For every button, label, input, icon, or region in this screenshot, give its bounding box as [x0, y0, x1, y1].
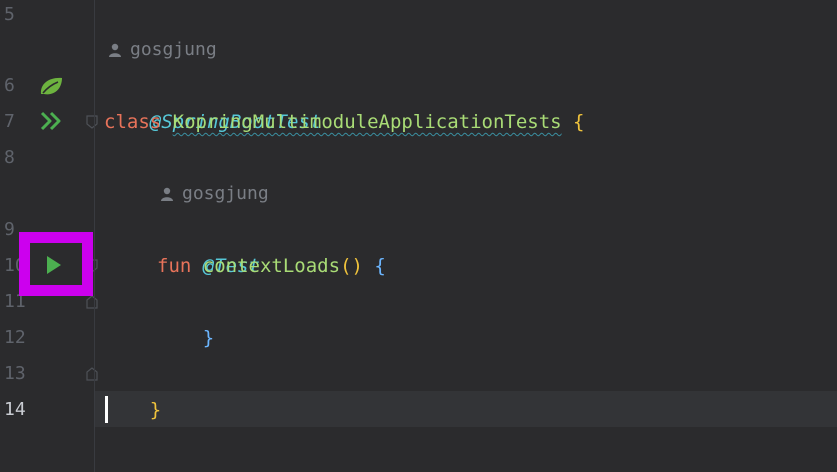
- fold-end-marker-icon[interactable]: [86, 367, 98, 381]
- code-line[interactable]: fun contextLoads() {: [157, 248, 386, 284]
- author-inlay-hint[interactable]: gosgjung: [160, 176, 269, 212]
- line-number: 7: [4, 111, 15, 132]
- line-number: 8: [4, 147, 15, 168]
- current-line-highlight: [95, 391, 837, 427]
- brace: {: [573, 111, 585, 133]
- line-number: 13: [4, 363, 26, 384]
- class-name: KopringMultimoduleApplicationTests: [172, 111, 562, 133]
- function-name: contextLoads: [202, 255, 341, 277]
- line-number: 12: [4, 327, 26, 348]
- code-line[interactable]: }: [104, 356, 161, 421]
- user-icon: [109, 43, 121, 57]
- code-line[interactable]: class KopringMultimoduleApplicationTests…: [104, 104, 585, 140]
- author-name: gosgjung: [130, 39, 217, 60]
- brace: }: [149, 399, 162, 421]
- code-line[interactable]: @Test: [157, 212, 260, 277]
- parentheses: (): [340, 255, 363, 277]
- fold-end-marker-icon[interactable]: [86, 295, 98, 309]
- user-icon: [161, 187, 173, 201]
- code-line[interactable]: @SpringBootTest: [104, 68, 322, 133]
- fold-marker-icon[interactable]: [86, 115, 98, 129]
- brace: {: [374, 255, 386, 277]
- line-number-current: 14: [4, 399, 26, 420]
- brace: }: [202, 327, 215, 349]
- code-editor[interactable]: 5 6 7 8 9 10 11 12 13 14 gosgjung @Sprin…: [0, 0, 837, 472]
- highlight-box: [19, 232, 93, 296]
- keyword: fun: [157, 255, 192, 277]
- text-caret: [105, 396, 108, 423]
- author-name: gosgjung: [182, 183, 269, 204]
- keyword: class: [104, 111, 162, 133]
- line-number: 5: [4, 4, 15, 25]
- run-all-tests-icon[interactable]: [40, 111, 64, 131]
- code-line[interactable]: }: [157, 284, 214, 349]
- spring-bean-leaf-icon[interactable]: [38, 75, 64, 97]
- line-number: 6: [4, 75, 15, 96]
- author-inlay-hint[interactable]: gosgjung: [108, 32, 217, 68]
